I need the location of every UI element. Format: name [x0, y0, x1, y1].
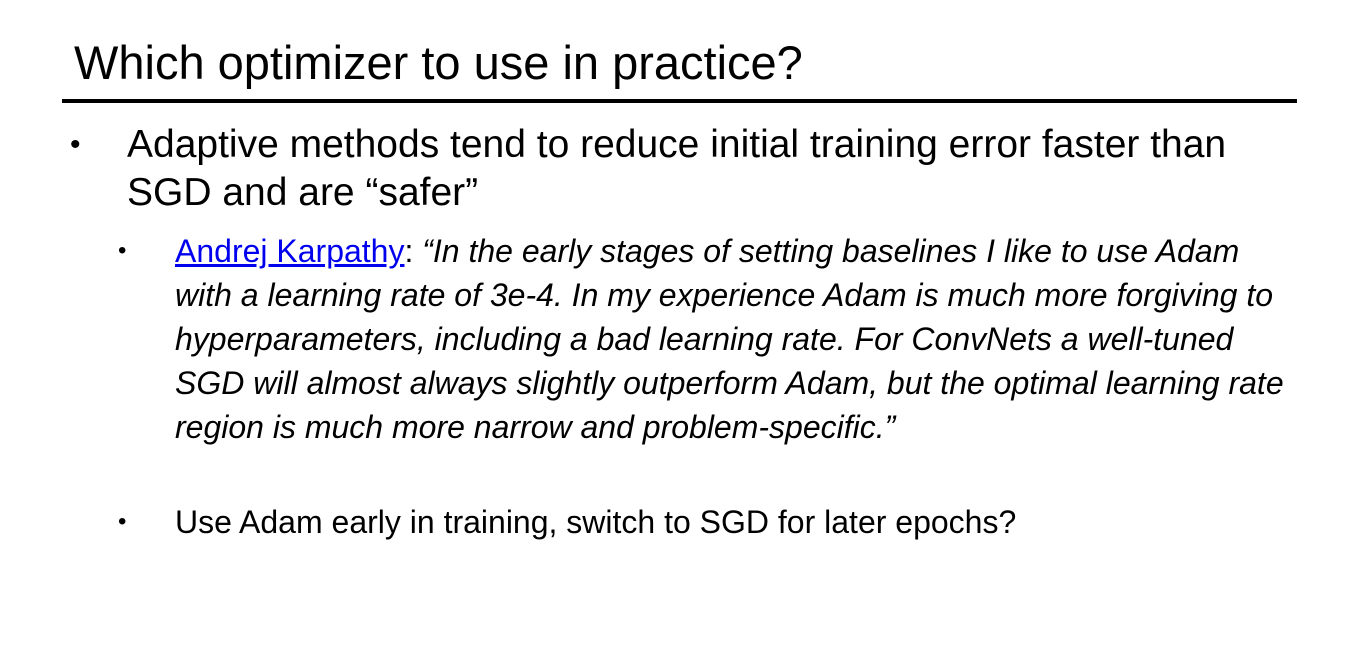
bullet-text: Adaptive methods tend to reduce initial …: [127, 123, 1227, 214]
link-separator: :: [404, 233, 423, 269]
title-divider: [62, 99, 1297, 103]
slide: Which optimizer to use in practice? • Ad…: [0, 0, 1357, 648]
sub-bullet-text: Andrej Karpathy: “In the early stages of…: [175, 229, 1300, 449]
sub-bullet-marker: •: [118, 508, 127, 535]
karpathy-link[interactable]: Andrej Karpathy: [175, 233, 404, 269]
sub-bullet-text: Use Adam early in training, switch to SG…: [175, 504, 1017, 540]
slide-title: Which optimizer to use in practice?: [74, 36, 803, 89]
bullet-marker: •: [70, 128, 81, 161]
sub-bullet-marker: •: [118, 237, 127, 264]
